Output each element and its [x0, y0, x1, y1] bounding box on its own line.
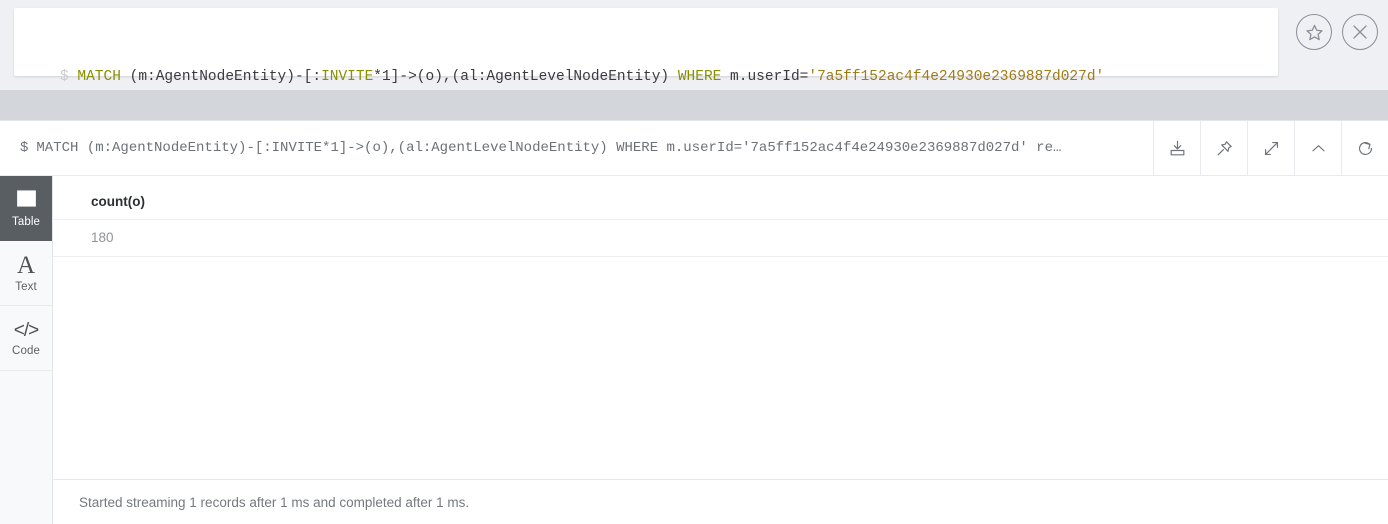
expand-button[interactable]	[1247, 121, 1294, 175]
result-status-bar: Started streaming 1 records after 1 ms a…	[53, 479, 1388, 524]
status-message: Started streaming 1 records after 1 ms a…	[79, 494, 470, 510]
result-view-tabs: Table A Text </> Code	[0, 176, 53, 524]
code-angle-brackets-icon: </>	[13, 319, 40, 341]
executed-query-summary[interactable]: $ MATCH (m:AgentNodeEntity)-[:INVITE*1]-…	[0, 121, 1153, 175]
editor-prompt-symbol: $	[60, 69, 69, 85]
table-icon	[16, 189, 37, 213]
executed-query-text: MATCH (m:AgentNodeEntity)-[:INVITE*1]->(…	[36, 140, 1062, 156]
token-match-keyword: MATCH	[77, 69, 121, 85]
editor-action-buttons	[1296, 14, 1378, 50]
refresh-icon	[1356, 139, 1375, 158]
pin-button[interactable]	[1200, 121, 1247, 175]
collapse-button[interactable]	[1294, 121, 1341, 175]
result-table-body: 180	[53, 219, 1388, 257]
expand-arrows-icon	[1262, 139, 1281, 158]
token-pattern-a: (m:AgentNodeEntity)-[:	[120, 69, 322, 85]
result-prompt-symbol: $	[20, 140, 29, 156]
token-pattern-b: *1]->(o),(al:AgentLevelNodeEntity)	[373, 69, 678, 85]
token-invite-rel: INVITE	[321, 69, 374, 85]
table-row[interactable]: 180	[53, 219, 1388, 257]
result-body: Table A Text </> Code count(o) 180 Start…	[0, 176, 1388, 524]
tab-text-label: Text	[15, 280, 37, 293]
result-main-panel: count(o) 180 Started streaming 1 records…	[53, 176, 1388, 524]
pin-icon	[1215, 139, 1234, 158]
result-frame: $ MATCH (m:AgentNodeEntity)-[:INVITE*1]-…	[0, 120, 1388, 524]
result-table-wrap: count(o) 180	[53, 176, 1388, 479]
neo4j-browser-app: $ MATCH (m:AgentNodeEntity)-[:INVITE*1]-…	[0, 0, 1388, 524]
query-code-line-1: $ MATCH (m:AgentNodeEntity)-[:INVITE*1]-…	[24, 65, 1268, 90]
refresh-button[interactable]	[1341, 121, 1388, 175]
star-circle-icon	[1305, 23, 1324, 42]
favorite-button[interactable]	[1296, 14, 1332, 50]
query-editor-card[interactable]: $ MATCH (m:AgentNodeEntity)-[:INVITE*1]-…	[14, 8, 1278, 160]
chevron-up-icon	[1309, 139, 1328, 158]
query-editor-strip: $ MATCH (m:AgentNodeEntity)-[:INVITE*1]-…	[0, 0, 1388, 160]
cell-count-value: 180	[53, 219, 1388, 257]
result-toolbar	[1153, 121, 1388, 175]
result-header: $ MATCH (m:AgentNodeEntity)-[:INVITE*1]-…	[0, 121, 1388, 176]
close-button[interactable]	[1342, 14, 1378, 50]
tab-text[interactable]: A Text	[0, 241, 52, 306]
tab-code[interactable]: </> Code	[0, 306, 52, 371]
download-icon	[1168, 139, 1187, 158]
tab-table[interactable]: Table	[0, 176, 52, 241]
result-table: count(o) 180	[53, 188, 1388, 257]
token-property-expr: m.userId=	[721, 69, 809, 85]
tab-code-label: Code	[12, 344, 40, 357]
close-circle-icon	[1351, 23, 1369, 41]
download-button[interactable]	[1153, 121, 1200, 175]
token-where-keyword: WHERE	[677, 69, 722, 85]
token-userid-string: '7a5ff152ac4f4e24930e2369887d027d'	[808, 69, 1105, 85]
tab-table-label: Table	[12, 215, 40, 228]
text-a-icon: A	[16, 251, 36, 279]
result-table-head: count(o)	[53, 188, 1388, 220]
column-header-count[interactable]: count(o)	[53, 188, 1388, 220]
table-header-row: count(o)	[53, 188, 1388, 220]
